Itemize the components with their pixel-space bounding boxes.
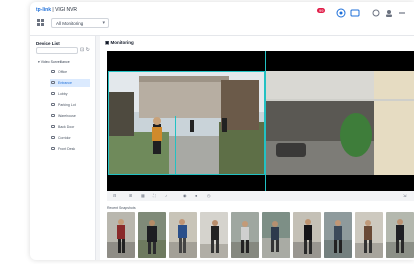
settings-icon[interactable] — [372, 9, 380, 17]
timer-icon[interactable]: ◷ — [207, 193, 211, 198]
main-panel: ▣ Monitoring ⊟ ⊞ ▦ ⛶ ♪ ◉ ● ◷ ⇲ Recent Sn… — [100, 36, 414, 260]
camera-icon — [51, 92, 55, 95]
camera-icon — [51, 114, 55, 117]
snapshot-image — [138, 212, 166, 258]
video-feed-1-image — [109, 72, 264, 174]
snapshot-thumb-10[interactable] — [386, 212, 414, 258]
camera-icon — [51, 70, 55, 73]
snapshot-image — [200, 212, 228, 258]
sidebar-tools: ⊡ ↻ — [80, 47, 90, 53]
recent-snapshots-title: Recent Snapshots — [107, 206, 136, 210]
more-icon[interactable] — [398, 9, 406, 17]
snapshot-thumb-4[interactable] — [200, 212, 228, 258]
tree-root-label: Video Surveillance — [40, 60, 70, 64]
snapshot-image — [386, 212, 414, 258]
snapshot-thumb-3[interactable] — [169, 212, 197, 258]
camera-icon — [51, 147, 55, 150]
alert-badge: 99 — [317, 8, 326, 13]
record-icon[interactable]: ● — [195, 193, 197, 198]
chevron-down-icon: ▾ — [102, 20, 105, 26]
tree-item-entrance[interactable]: Entrance — [50, 79, 90, 87]
app-window: tp-link | VIGI NVR All Monitoring ▾ 99 D… — [30, 2, 414, 260]
tree-item-label: Office — [58, 70, 68, 74]
snapshot-image — [231, 212, 259, 258]
video-grid — [107, 51, 414, 191]
snapshot-thumb-9[interactable] — [355, 212, 383, 258]
brand: tp-link | VIGI NVR — [36, 7, 77, 13]
snapshot-image — [293, 212, 321, 258]
camera-icon — [51, 103, 55, 106]
camera-icon — [51, 136, 55, 139]
snapshot-image — [107, 212, 135, 258]
top-bar: tp-link | VIGI NVR All Monitoring ▾ 99 — [30, 2, 414, 36]
playback-control-bar: ⊟ ⊞ ▦ ⛶ ♪ ◉ ● ◷ ⇲ — [107, 191, 414, 201]
brand-logo: tp-link — [36, 7, 51, 13]
sidebar-title: Device List — [36, 41, 60, 46]
camera-icon — [51, 81, 55, 84]
tree-item-front-desk[interactable]: Front Desk — [50, 145, 90, 153]
tree-item-label: Warehouse — [58, 114, 76, 118]
tree-root[interactable]: ▾ Video Surveillance — [38, 60, 70, 64]
split-icon[interactable]: ▦ — [141, 193, 145, 198]
tree-item-warehouse[interactable]: Warehouse — [50, 112, 90, 120]
video-feed-2-image — [266, 71, 414, 175]
layout-icon[interactable]: ⊟ — [113, 193, 116, 198]
snapshot-icon[interactable]: ◉ — [183, 193, 187, 198]
tree-item-lobby[interactable]: Lobby — [50, 90, 90, 98]
camera-icon — [51, 125, 55, 128]
tree-item-label: Corridor — [58, 136, 71, 140]
snapshot-thumb-5[interactable] — [231, 212, 259, 258]
snapshot-image — [324, 212, 352, 258]
tree-item-office[interactable]: Office — [50, 68, 90, 76]
filter-icon[interactable]: ⊡ — [80, 47, 84, 53]
video-feed-2[interactable] — [266, 71, 414, 175]
snapshot-image — [169, 212, 197, 258]
snapshot-thumb-2[interactable] — [138, 212, 166, 258]
snapshot-thumb-7[interactable] — [293, 212, 321, 258]
snapshot-thumb-8[interactable] — [324, 212, 352, 258]
page-title: ▣ Monitoring — [105, 40, 134, 46]
snapshot-image — [355, 212, 383, 258]
fullscreen-icon[interactable]: ⛶ — [153, 193, 156, 198]
tree-item-back-door[interactable]: Back Door — [50, 123, 90, 131]
snapshot-strip — [107, 212, 414, 258]
brand-product: VIGI NVR — [55, 7, 78, 13]
tree-item-parking-lot[interactable]: Parking Lot — [50, 101, 90, 109]
snapshot-thumb-6[interactable] — [262, 212, 290, 258]
expand-icon[interactable]: ⇲ — [403, 193, 406, 198]
site-selector-value: All Monitoring — [56, 21, 84, 26]
grid-icon[interactable]: ⊞ — [129, 193, 132, 198]
device-search-input[interactable] — [36, 47, 78, 54]
message-icon[interactable] — [350, 8, 360, 18]
page-title-text: Monitoring — [110, 40, 134, 45]
tree-item-label: Back Door — [58, 125, 75, 129]
snapshot-thumb-1[interactable] — [107, 212, 135, 258]
alert-button[interactable]: 99 — [317, 8, 326, 18]
tree-item-label: Lobby — [58, 92, 68, 96]
tree-item-label: Front Desk — [58, 147, 76, 151]
volume-icon[interactable]: ♪ — [165, 193, 167, 198]
tree-item-label: Entrance — [58, 81, 73, 85]
tree-item-corridor[interactable]: Corridor — [50, 134, 90, 142]
refresh-icon[interactable]: ↻ — [86, 47, 90, 53]
site-selector[interactable]: All Monitoring ▾ — [51, 18, 109, 28]
app-grid-icon[interactable] — [37, 19, 45, 27]
video-feed-1[interactable] — [108, 71, 265, 175]
user-icon[interactable] — [385, 9, 393, 17]
tree-item-label: Parking Lot — [58, 103, 76, 107]
snapshot-image — [262, 212, 290, 258]
device-sidebar: Device List ⊡ ↻ ▾ Video Surveillance Off… — [30, 36, 96, 260]
bell-icon[interactable] — [336, 8, 346, 18]
